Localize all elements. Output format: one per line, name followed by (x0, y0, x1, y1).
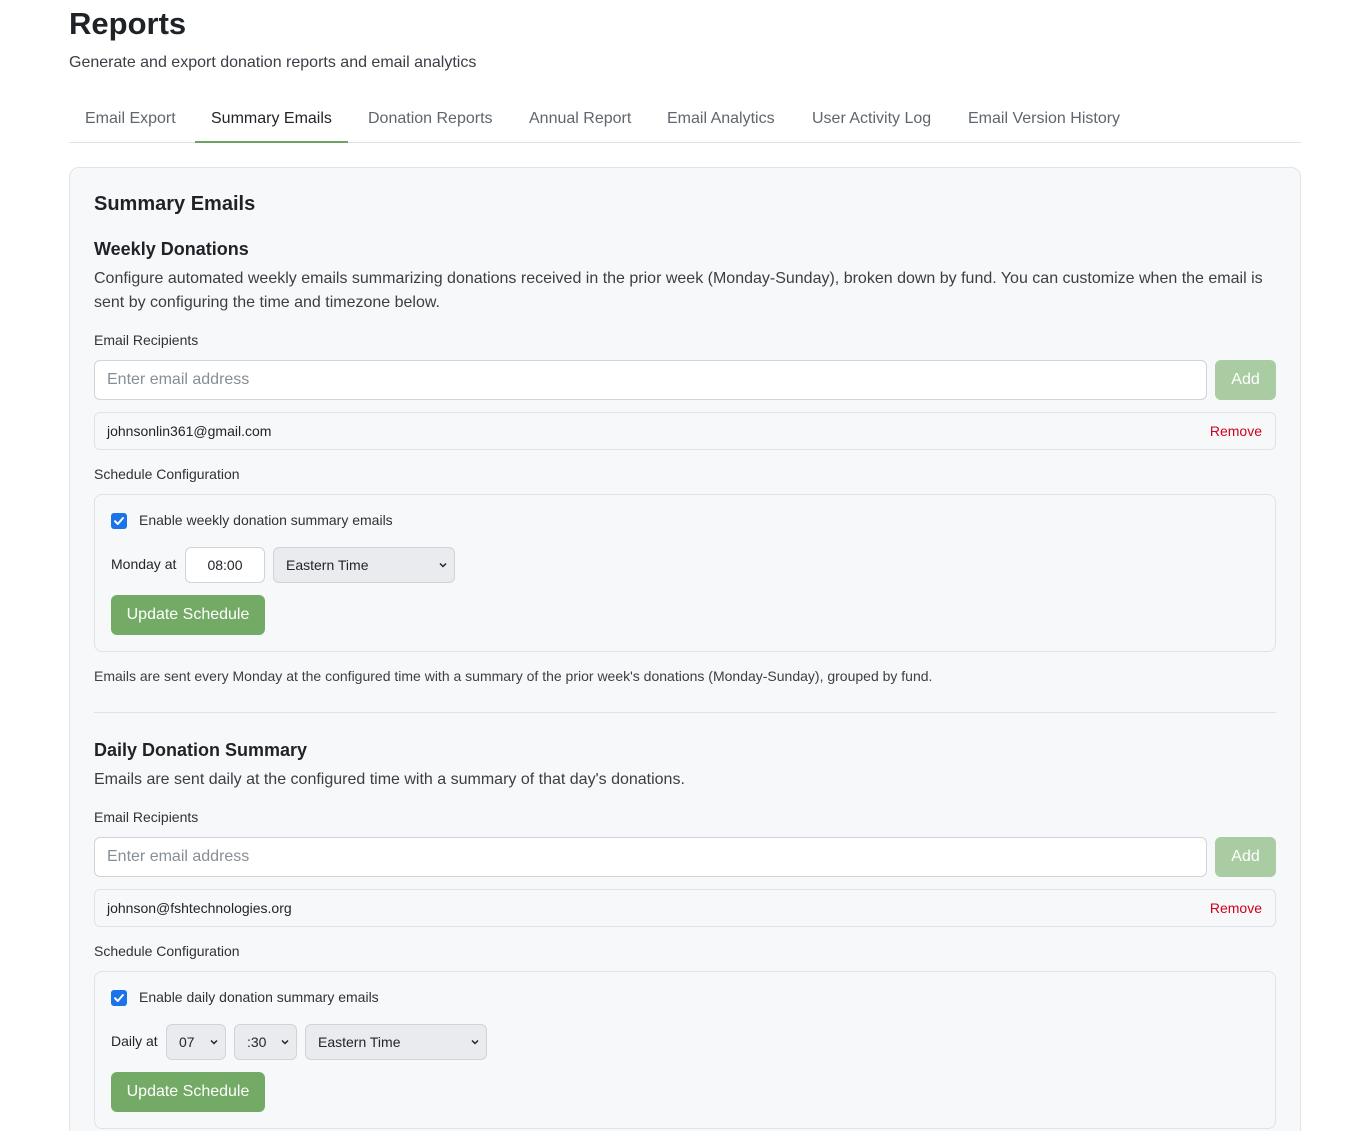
daily-email-input[interactable] (94, 837, 1207, 877)
recipient-email: johnson@fshtechnologies.org (107, 900, 292, 916)
remove-recipient-link[interactable]: Remove (1210, 899, 1262, 917)
daily-day-label: Daily at (111, 1033, 158, 1049)
weekly-add-button[interactable]: Add (1215, 360, 1276, 400)
weekly-time-input[interactable]: 08:00 (185, 547, 265, 583)
daily-schedule-box: Enable daily donation summary emails Dai… (94, 971, 1276, 1129)
weekly-day-label: Monday at (111, 556, 177, 572)
summary-emails-card: Summary Emails Weekly Donations Configur… (69, 167, 1301, 1131)
section-divider (94, 712, 1276, 713)
weekly-enable-checkbox[interactable] (111, 513, 127, 529)
weekly-timezone-select[interactable]: Eastern Time (273, 547, 455, 583)
tab-email-version-history[interactable]: Email Version History (952, 97, 1136, 143)
weekly-section-title: Weekly Donations (94, 239, 249, 259)
weekly-timezone-value: Eastern Time (286, 557, 369, 573)
weekly-schedule-box: Enable weekly donation summary emails Mo… (94, 494, 1276, 652)
weekly-enable-label: Enable weekly donation summary emails (139, 512, 393, 528)
chevron-down-icon (471, 1039, 479, 1045)
weekly-update-schedule-button[interactable]: Update Schedule (111, 595, 265, 635)
page-title: Reports (69, 6, 187, 41)
report-tabs: Email Export Summary Emails Donation Rep… (69, 97, 1301, 143)
daily-minute-value: :30 (247, 1034, 267, 1050)
daily-description: Emails are sent daily at the configured … (94, 771, 685, 788)
tab-email-export[interactable]: Email Export (69, 97, 192, 143)
weekly-note: Emails are sent every Monday at the conf… (94, 668, 933, 684)
daily-hour-value: 07 (179, 1034, 195, 1050)
recipient-email: johnsonlin361@gmail.com (107, 423, 272, 439)
daily-enable-checkbox[interactable] (111, 990, 127, 1006)
daily-update-schedule-button[interactable]: Update Schedule (111, 1072, 265, 1112)
remove-recipient-link[interactable]: Remove (1210, 422, 1262, 440)
tab-annual-report[interactable]: Annual Report (513, 97, 647, 143)
daily-recipient-row: johnson@fshtechnologies.org Remove (94, 889, 1276, 927)
daily-enable-label: Enable daily donation summary emails (139, 989, 379, 1005)
page-subtitle: Generate and export donation reports and… (69, 54, 477, 71)
daily-recipients-label: Email Recipients (94, 809, 199, 825)
daily-minute-select[interactable]: :30 (234, 1024, 297, 1060)
daily-add-button[interactable]: Add (1215, 837, 1276, 877)
tab-donation-reports[interactable]: Donation Reports (352, 97, 509, 143)
chevron-down-icon (210, 1039, 218, 1045)
weekly-recipient-row: johnsonlin361@gmail.com Remove (94, 412, 1276, 450)
daily-timezone-value: Eastern Time (318, 1034, 401, 1050)
chevron-down-icon (439, 562, 447, 568)
card-title: Summary Emails (94, 193, 256, 215)
daily-timezone-select[interactable]: Eastern Time (305, 1024, 487, 1060)
check-icon (114, 517, 124, 525)
weekly-description: Configure automated weekly emails summar… (94, 270, 1263, 311)
chevron-down-icon (281, 1039, 289, 1045)
daily-section-title: Daily Donation Summary (94, 740, 308, 760)
check-icon (114, 994, 124, 1002)
tab-email-analytics[interactable]: Email Analytics (651, 97, 791, 143)
weekly-recipients-label: Email Recipients (94, 332, 199, 348)
tab-summary-emails[interactable]: Summary Emails (195, 97, 348, 143)
daily-hour-select[interactable]: 07 (166, 1024, 226, 1060)
weekly-email-input[interactable] (94, 360, 1207, 400)
weekly-schedule-label: Schedule Configuration (94, 466, 240, 482)
daily-schedule-label: Schedule Configuration (94, 943, 240, 959)
tab-user-activity-log[interactable]: User Activity Log (796, 97, 947, 143)
